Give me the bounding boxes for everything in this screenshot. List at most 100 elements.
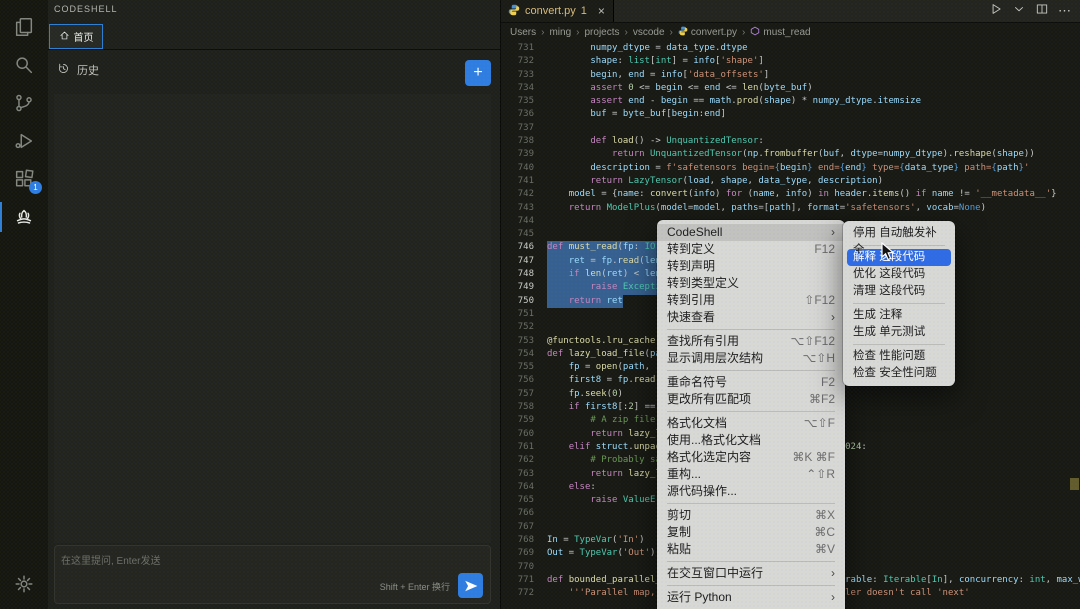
menu-item-查找所有引用[interactable]: 查找所有引用⌥⇧F12 bbox=[657, 333, 845, 350]
menu-separator bbox=[667, 585, 835, 586]
line-number: 750 bbox=[500, 295, 547, 308]
menu-item-重命名符号[interactable]: 重命名符号F2 bbox=[657, 374, 845, 391]
line-number: 731 bbox=[500, 42, 547, 55]
python-icon bbox=[508, 4, 520, 19]
breadcrumb-separator: › bbox=[625, 27, 628, 38]
tab-title: convert.py bbox=[525, 5, 576, 17]
breadcrumb-projects[interactable]: projects bbox=[585, 27, 620, 38]
menu-item-粘贴[interactable]: 粘贴⌘V bbox=[657, 541, 845, 558]
code-line-739[interactable]: 739 return UnquantizedTensor(np.frombuff… bbox=[500, 148, 1080, 161]
code-line-736[interactable]: 736 buf = byte_buf[begin:end] bbox=[500, 108, 1080, 121]
menu-item-生成 单元测试[interactable]: 生成 单元测试 bbox=[843, 324, 955, 341]
code-line-735[interactable]: 735 assert end - begin == math.prod(shap… bbox=[500, 95, 1080, 108]
menu-item-在交互窗口中运行[interactable]: 在交互窗口中运行› bbox=[657, 565, 845, 582]
line-text: return ret bbox=[547, 295, 623, 308]
menu-separator bbox=[667, 411, 835, 412]
breadcrumb-Users[interactable]: Users bbox=[510, 27, 536, 38]
menu-item-CodeShell[interactable]: CodeShell› bbox=[657, 224, 845, 241]
breadcrumb: Users›ming›projects›vscode›convert.py›mu… bbox=[510, 24, 1080, 40]
method-icon bbox=[750, 26, 760, 39]
tab-home[interactable]: 首页 bbox=[49, 24, 103, 49]
line-number: 733 bbox=[500, 69, 547, 82]
activity-gear-icon[interactable] bbox=[0, 565, 48, 603]
activity-codeshell-icon[interactable] bbox=[0, 198, 48, 236]
codeshell-submenu: 停用 自动触发补全解释 这段代码优化 这段代码清理 这段代码生成 注释生成 单元… bbox=[843, 221, 955, 386]
new-chat-button[interactable]: + bbox=[465, 60, 491, 86]
menu-separator bbox=[667, 503, 835, 504]
menu-item-格式化文档[interactable]: 格式化文档⌥⇧F bbox=[657, 415, 845, 432]
code-line-743[interactable]: 743 return ModelPlus(model=model, paths=… bbox=[500, 202, 1080, 215]
code-line-737[interactable]: 737 bbox=[500, 122, 1080, 135]
line-text: In = TypeVar('In') bbox=[547, 534, 645, 547]
line-text: def load() -> UnquantizedTensor: bbox=[547, 135, 764, 148]
history-label: 历史 bbox=[77, 62, 99, 78]
editor-actions: ⋯ bbox=[989, 0, 1072, 22]
split-editor-icon[interactable] bbox=[1035, 2, 1049, 21]
line-number: 736 bbox=[500, 108, 547, 121]
more-icon[interactable]: ⋯ bbox=[1058, 2, 1072, 20]
chevron-down-icon[interactable] bbox=[1012, 2, 1026, 21]
close-icon[interactable]: × bbox=[598, 4, 605, 18]
activity-files-icon[interactable] bbox=[0, 8, 48, 46]
activity-run-debug-icon[interactable] bbox=[0, 122, 48, 160]
menu-item-解释 这段代码[interactable]: 解释 这段代码 bbox=[847, 249, 951, 266]
panel-divider bbox=[48, 49, 500, 50]
code-line-740[interactable]: 740 description = f'safetensors begin={b… bbox=[500, 162, 1080, 175]
menu-separator bbox=[853, 344, 945, 345]
submenu-arrow-icon: › bbox=[831, 224, 835, 241]
chat-input-area: Shift + Enter 换行 bbox=[54, 545, 491, 604]
vscode-window: 1 CODESHELL 首页 历史 + Shift + Enter 换行 con… bbox=[0, 0, 1080, 609]
line-number: 735 bbox=[500, 95, 547, 108]
line-number: 766 bbox=[500, 507, 547, 520]
line-number: 772 bbox=[500, 587, 547, 600]
line-number: 769 bbox=[500, 547, 547, 560]
code-line-741[interactable]: 741 return LazyTensor(load, shape, data_… bbox=[500, 175, 1080, 188]
breadcrumb-vscode[interactable]: vscode bbox=[633, 27, 665, 38]
breadcrumb-separator: › bbox=[541, 27, 544, 38]
code-line-738[interactable]: 738 def load() -> UnquantizedTensor: bbox=[500, 135, 1080, 148]
menu-item-运行 Python[interactable]: 运行 Python› bbox=[657, 589, 845, 606]
menu-item-显示调用层次结构[interactable]: 显示调用层次结构⌥⇧H bbox=[657, 350, 845, 367]
line-text: else: bbox=[547, 481, 596, 494]
menu-item-检查 性能问题[interactable]: 检查 性能问题 bbox=[843, 348, 955, 365]
menu-item-重构...[interactable]: 重构...⌃⇧R bbox=[657, 466, 845, 483]
menu-item-生成 注释[interactable]: 生成 注释 bbox=[843, 307, 955, 324]
menu-item-清理 这段代码[interactable]: 清理 这段代码 bbox=[843, 283, 955, 300]
line-number: 756 bbox=[500, 374, 547, 387]
line-text: description = f'safetensors begin={begin… bbox=[547, 162, 1029, 175]
play-icon[interactable] bbox=[989, 2, 1003, 21]
line-text: shape: list[int] = info['shape'] bbox=[547, 55, 764, 68]
code-line-733[interactable]: 733 begin, end = info['data_offsets'] bbox=[500, 69, 1080, 82]
breadcrumb-convert.py[interactable]: convert.py bbox=[678, 26, 737, 39]
context-menu: CodeShell›转到定义F12转到声明转到类型定义转到引用⇧F12快速查看›… bbox=[657, 220, 845, 609]
menu-item-优化 这段代码[interactable]: 优化 这段代码 bbox=[843, 266, 955, 283]
code-line-734[interactable]: 734 assert 0 <= begin <= end <= len(byte… bbox=[500, 82, 1080, 95]
tab-convert-py[interactable]: convert.py 1 × bbox=[500, 0, 614, 22]
code-line-742[interactable]: 742 model = {name: convert(info) for (na… bbox=[500, 188, 1080, 201]
menu-item-转到声明[interactable]: 转到声明 bbox=[657, 258, 845, 275]
line-number: 746 bbox=[500, 241, 547, 254]
menu-item-格式化选定内容[interactable]: 格式化选定内容⌘K ⌘F bbox=[657, 449, 845, 466]
line-text: numpy_dtype = data_type.dtype bbox=[547, 42, 748, 55]
activity-search-icon[interactable] bbox=[0, 46, 48, 84]
menu-item-源代码操作...[interactable]: 源代码操作... bbox=[657, 483, 845, 500]
menu-item-剪切[interactable]: 剪切⌘X bbox=[657, 507, 845, 524]
code-line-731[interactable]: 731 numpy_dtype = data_type.dtype bbox=[500, 42, 1080, 55]
menu-item-复制[interactable]: 复制⌘C bbox=[657, 524, 845, 541]
breadcrumb-ming[interactable]: ming bbox=[549, 27, 571, 38]
line-number: 771 bbox=[500, 574, 547, 587]
menu-item-转到定义[interactable]: 转到定义F12 bbox=[657, 241, 845, 258]
activity-extensions-icon[interactable]: 1 bbox=[0, 160, 48, 198]
menu-item-检查 安全性问题[interactable]: 检查 安全性问题 bbox=[843, 365, 955, 382]
menu-item-转到类型定义[interactable]: 转到类型定义 bbox=[657, 275, 845, 292]
menu-item-更改所有匹配项[interactable]: 更改所有匹配项⌘F2 bbox=[657, 391, 845, 408]
menu-item-停用 自动触发补全[interactable]: 停用 自动触发补全 bbox=[843, 225, 955, 242]
line-number: 759 bbox=[500, 414, 547, 427]
send-button[interactable] bbox=[458, 573, 483, 598]
breadcrumb-must_read[interactable]: must_read bbox=[750, 26, 810, 39]
menu-item-快速查看[interactable]: 快速查看› bbox=[657, 309, 845, 326]
activity-source-control-icon[interactable] bbox=[0, 84, 48, 122]
code-line-732[interactable]: 732 shape: list[int] = info['shape'] bbox=[500, 55, 1080, 68]
menu-item-使用...格式化文档[interactable]: 使用...格式化文档 bbox=[657, 432, 845, 449]
menu-item-转到引用[interactable]: 转到引用⇧F12 bbox=[657, 292, 845, 309]
